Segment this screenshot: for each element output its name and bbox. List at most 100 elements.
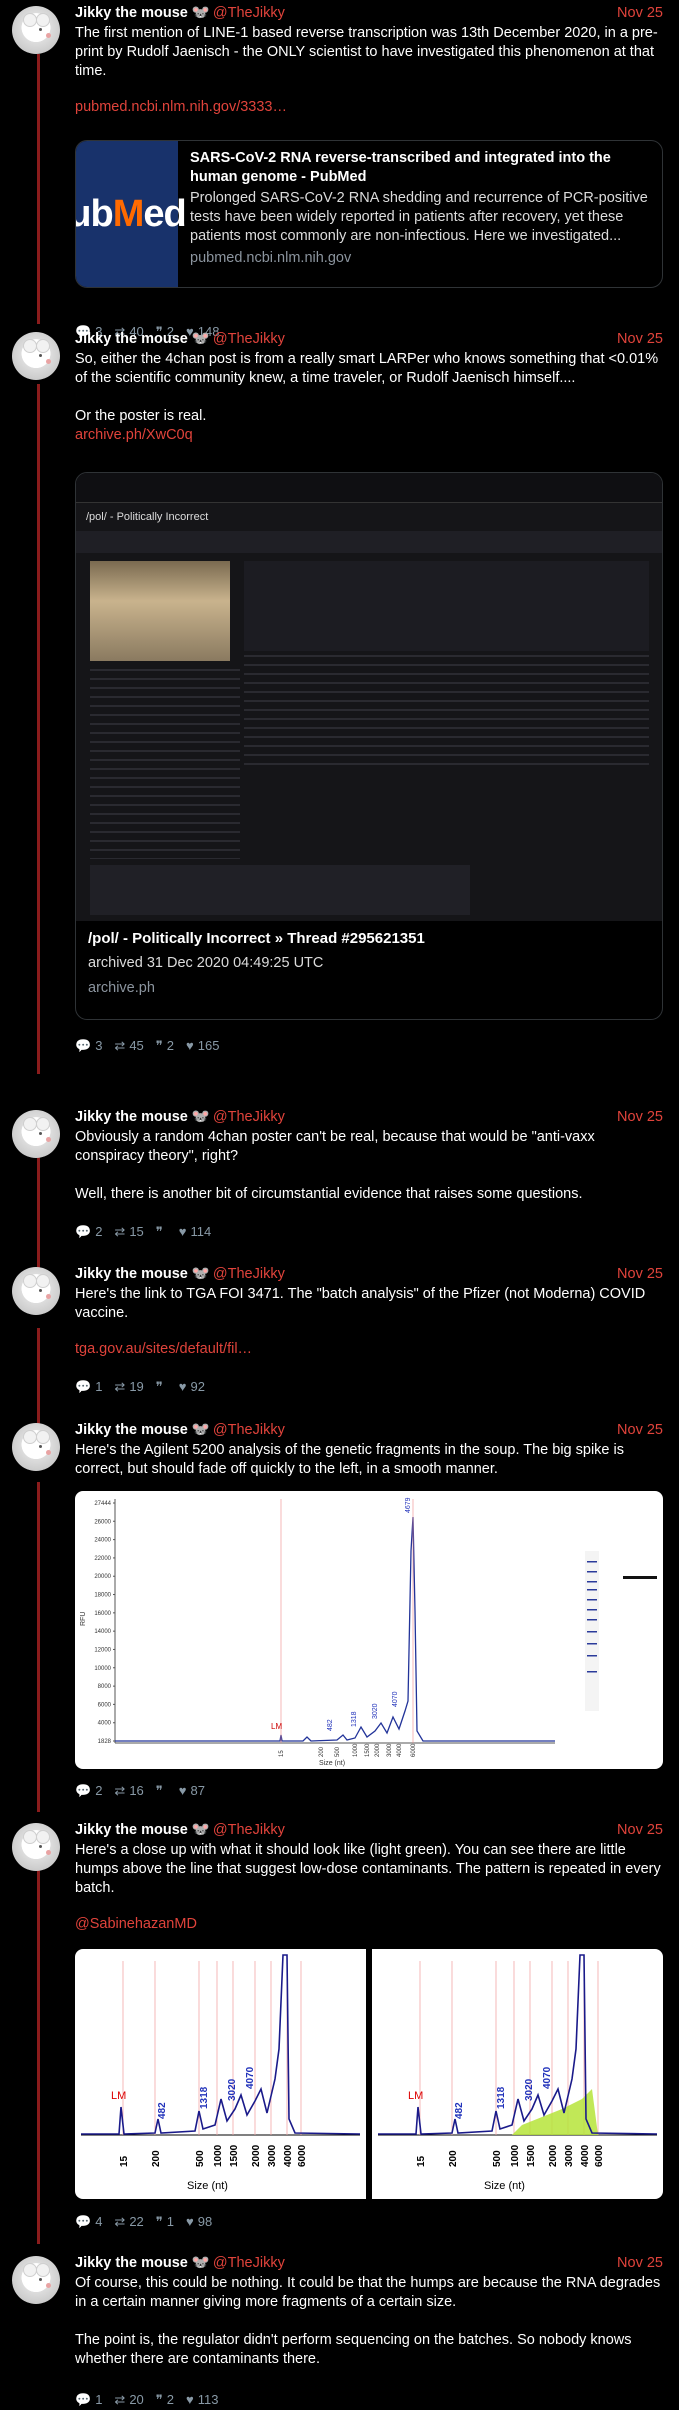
tweet[interactable]: Jikky the mouse 🐭 @TheJikky Nov 25 Obviousl… [0, 1108, 679, 1239]
reply-button[interactable]: 💬 1 [75, 2390, 102, 2409]
link-card[interactable]: ubMed SARS-CoV-2 RNA reverse-transcribed… [75, 140, 663, 288]
author-handle[interactable]: @TheJikky [213, 2255, 285, 2271]
like-button[interactable]: ♥ 98 [186, 2212, 212, 2231]
heart-icon: ♥ [178, 1782, 187, 1798]
author-handle[interactable]: @TheJikky [213, 1109, 285, 1125]
y-tick-label: 20000 [94, 1574, 111, 1580]
reply-button[interactable]: 💬 4 [75, 2212, 102, 2231]
tweet-date[interactable]: Nov 25 [617, 1421, 663, 1440]
tweet-date[interactable]: Nov 25 [617, 1265, 663, 1284]
avatar[interactable] [12, 2256, 60, 2304]
quote-button[interactable]: ❞ 1 [156, 2212, 174, 2231]
x-axis-label: Size (nt) [484, 2180, 525, 2192]
quote-button[interactable]: ❞ [156, 1377, 167, 1396]
chan-screenshot-thumbnail: /pol/ - Politically Incorrect [76, 473, 662, 921]
reply-button[interactable]: 💬 3 [75, 1036, 102, 1055]
like-button[interactable]: ♥ 114 [179, 1222, 211, 1241]
card-description: Prolonged SARS-CoV-2 RNA shedding and re… [190, 190, 648, 244]
x-tick-label: 15 [279, 1750, 285, 1757]
quote-icon: ❞ [155, 1223, 163, 1239]
closeup-chart-right: LM 482 1318 3020 4070 15 200 500 1000 1500 2000 300… [378, 1954, 658, 2192]
retweet-button[interactable]: ⇄ 22 [114, 2212, 143, 2231]
retweet-button[interactable]: ⇄ 19 [114, 1377, 143, 1396]
quote-button[interactable]: ❞ [156, 1781, 167, 1800]
tweet[interactable]: Jikky the mouse 🐭 @TheJikky Nov 25 Here's a… [0, 1821, 679, 2241]
peak-label: 1318 [199, 2086, 210, 2109]
tweet-text: The first mention of LINE-1 based revers… [75, 25, 658, 79]
tweet[interactable]: Jikky the mouse 🐭 @TheJikky Nov 25 The firs… [0, 4, 679, 354]
closeup-image-right[interactable]: LM 482 1318 3020 4070 15 200 500 1000 1500 2000 300… [372, 1949, 663, 2199]
tweet-text: Here's a close up with what it should lo… [75, 1842, 661, 1896]
card-site: pubmed.ncbi.nlm.nih.gov [190, 250, 352, 266]
tweet-date[interactable]: Nov 25 [617, 1821, 663, 1840]
tweet-date[interactable]: Nov 25 [617, 4, 663, 23]
like-button[interactable]: ♥ 92 [179, 1377, 205, 1396]
x-tick-label: 15 [416, 2155, 427, 2167]
author-name[interactable]: Jikky the mouse [75, 2255, 188, 2271]
reply-button[interactable]: 💬 1 [75, 1377, 102, 1396]
y-tick-label: 12000 [94, 1647, 111, 1653]
archive-card[interactable]: /pol/ - Politically Incorrect /pol/ - Po… [75, 472, 663, 1020]
avatar[interactable] [12, 1823, 60, 1871]
retweet-button[interactable]: ⇄ 15 [114, 1222, 143, 1241]
peak-label: 4070 [392, 1691, 399, 1707]
retweet-button[interactable]: ⇄ 20 [114, 2390, 143, 2409]
author-handle[interactable]: @TheJikky [213, 331, 285, 347]
avatar[interactable] [12, 1267, 60, 1315]
tweet-date[interactable]: Nov 25 [617, 330, 663, 349]
like-button[interactable]: ♥ 113 [186, 2390, 218, 2409]
like-button[interactable]: ♥ 87 [179, 1781, 205, 1800]
quote-button[interactable]: ❞ 2 [156, 2390, 174, 2409]
x-tick-label: 6000 [411, 1743, 417, 1757]
avatar[interactable] [12, 1110, 60, 1158]
retweet-icon: ⇄ [114, 2213, 126, 2229]
quote-icon: ❞ [155, 2213, 163, 2229]
author-handle[interactable]: @TheJikky [213, 1822, 285, 1838]
x-tick-label: 6000 [297, 2144, 308, 2167]
quote-button[interactable]: ❞ 2 [156, 1036, 174, 1055]
closeup-image-left[interactable]: LM 482 1318 3020 4070 15 200 500 1000 1500 2000 300… [75, 1949, 366, 2199]
like-button[interactable]: ♥ 165 [186, 1036, 219, 1055]
tweet-text: Here's the Agilent 5200 analysis of the … [75, 1442, 624, 1477]
electropherogram-image[interactable]: 27444 26000 24000 22000 20000 18000 16000 14000… [75, 1491, 663, 1769]
tweet[interactable]: Jikky the mouse 🐭 @TheJikky Nov 25 Here's t… [0, 1265, 679, 1395]
reply-button[interactable]: 💬 2 [75, 1781, 102, 1800]
tweet[interactable]: Jikky the mouse 🐭 @TheJikky Nov 25 So, eith… [0, 330, 679, 1070]
tweet[interactable]: Jikky the mouse 🐭 @TheJikky Nov 25 Of cours… [0, 2254, 679, 2407]
author-name[interactable]: Jikky the mouse [75, 1422, 188, 1438]
mouse-emoji: 🐭 [191, 2255, 210, 2271]
tweet-date[interactable]: Nov 25 [617, 1108, 663, 1127]
mention-link[interactable]: @SabinehazanMD [75, 1915, 663, 1934]
x-tick-label: 2000 [375, 1743, 381, 1757]
x-tick-label: 1500 [526, 2144, 537, 2167]
avatar[interactable] [12, 1423, 60, 1471]
author-name[interactable]: Jikky the mouse [75, 1109, 188, 1125]
tweet-date[interactable]: Nov 25 [617, 2254, 663, 2273]
quote-button[interactable]: ❞ [156, 1222, 167, 1241]
retweet-button[interactable]: ⇄ 45 [114, 1036, 143, 1055]
author-handle[interactable]: @TheJikky [213, 1266, 285, 1282]
tweet-link[interactable]: tga.gov.au/sites/default/fil… [75, 1340, 663, 1359]
retweet-button[interactable]: ⇄ 16 [114, 1781, 143, 1800]
quote-icon: ❞ [155, 2391, 163, 2407]
y-tick-label: 1828 [98, 1739, 112, 1745]
peak-label: LM [111, 2090, 126, 2102]
retweet-icon: ⇄ [114, 1378, 126, 1394]
author-name[interactable]: Jikky the mouse [75, 1822, 188, 1838]
tweet[interactable]: Jikky the mouse 🐭 @TheJikky Nov 25 Here's t… [0, 1421, 679, 1811]
tweet-link[interactable]: archive.ph/XwC0q [75, 426, 663, 445]
author-handle[interactable]: @TheJikky [213, 1422, 285, 1438]
author-name[interactable]: Jikky the mouse [75, 331, 188, 347]
tweet-link[interactable]: pubmed.ncbi.nlm.nih.gov/3333… [75, 98, 663, 117]
reply-button[interactable]: 💬 2 [75, 1222, 102, 1241]
y-tick-label: 24000 [94, 1538, 111, 1544]
closeup-images: LM 482 1318 3020 4070 15 200 500 1000 1500 2000 300… [75, 1949, 663, 2199]
author-name[interactable]: Jikky the mouse [75, 5, 188, 21]
avatar[interactable] [12, 6, 60, 54]
author-handle[interactable]: @TheJikky [213, 5, 285, 21]
heart-icon: ♥ [178, 1378, 187, 1394]
y-tick-label: 27444 [94, 1501, 111, 1507]
author-name[interactable]: Jikky the mouse [75, 1266, 188, 1282]
avatar[interactable] [12, 332, 60, 380]
tweet-text: Obviously a random 4chan poster can't be… [75, 1129, 595, 1202]
